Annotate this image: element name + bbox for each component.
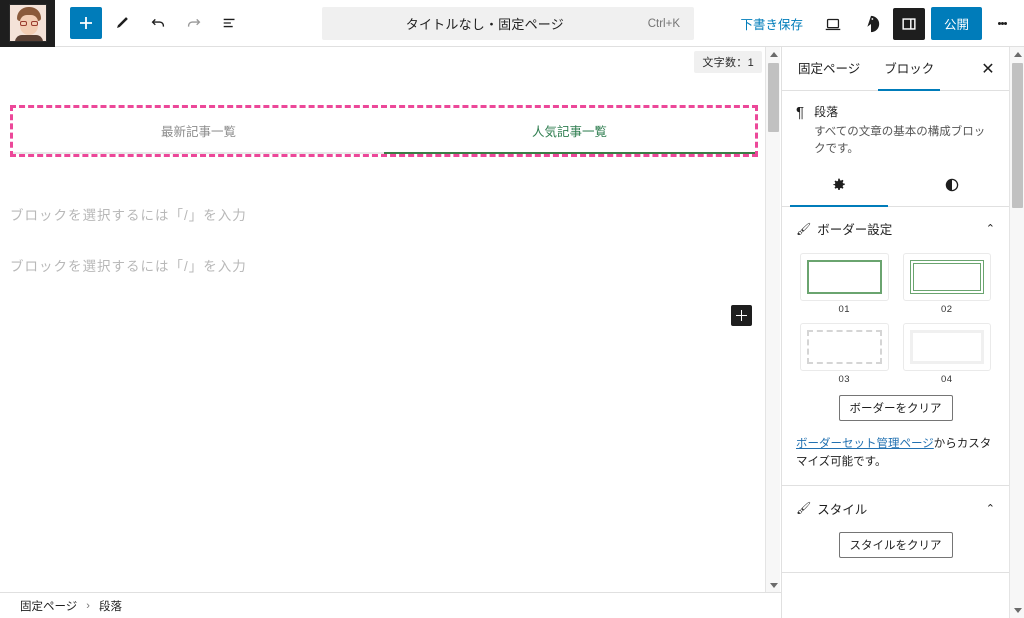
tab-popular-articles[interactable]: 人気記事一覧	[384, 108, 755, 154]
sidebar-scrollbar-thumb[interactable]	[1012, 63, 1023, 208]
tab-latest-articles-label: 最新記事一覧	[160, 124, 236, 139]
breadcrumb-item-paragraph[interactable]: 段落	[99, 598, 122, 614]
brush-icon: 🖌	[796, 221, 812, 236]
block-inserter-toggle[interactable]	[70, 7, 102, 39]
pilcrow-icon: ¶	[796, 104, 805, 121]
block-inspector-tabs	[782, 165, 1009, 207]
brush-icon: 🖌	[796, 501, 812, 516]
editor-app: タイトルなし・固定ページ Ctrl+K 下書き保存 公開 文字数：1 最新記事一…	[0, 0, 1024, 618]
scroll-down-arrow-icon[interactable]	[1010, 603, 1024, 618]
character-count-badge: 文字数：1	[694, 51, 762, 73]
editor-canvas[interactable]: 文字数：1 最新記事一覧 人気記事一覧 ブロックを選択するには「/」を入力 ブロ…	[0, 47, 780, 593]
close-icon[interactable]: ✕	[971, 52, 1005, 86]
gear-icon	[833, 178, 845, 190]
contrast-icon	[946, 178, 959, 192]
settings-tab[interactable]	[782, 165, 896, 207]
block-appender-button[interactable]	[731, 305, 752, 326]
border-preset-02[interactable]: 02	[902, 252, 991, 315]
breadcrumb: 固定ページ › 段落	[0, 592, 781, 618]
style-settings-panel: 🖌 スタイル ⌃ スタイルをクリア	[782, 486, 1009, 574]
top-right-actions: 下書き保存 公開	[732, 0, 1016, 47]
tab-group: 最新記事一覧 人気記事一覧	[13, 108, 755, 154]
tab-page[interactable]: 固定ページ	[786, 47, 872, 91]
style-panel-header[interactable]: 🖌 スタイル ⌃	[796, 486, 995, 530]
chevron-up-icon[interactable]: ⌃	[986, 502, 995, 515]
command-shortcut-hint: Ctrl+K	[647, 17, 680, 30]
border-preset-02-label: 02	[940, 303, 953, 315]
border-set-管理-link[interactable]: ボーダーセット管理ページ	[796, 438, 934, 450]
border-preset-03-label: 03	[838, 373, 851, 385]
clear-border-button[interactable]: ボーダーをクリア	[838, 394, 953, 421]
publish-button[interactable]: 公開	[930, 7, 982, 40]
redo-button[interactable]	[178, 7, 210, 39]
border-panel-header[interactable]: 🖌 ボーダー設定 ⌃	[796, 207, 995, 251]
avatar[interactable]	[0, 0, 55, 47]
block-info-card: ¶ 段落 すべての文章の基本の構成ブロックです。	[782, 91, 1009, 165]
breadcrumb-item-page[interactable]: 固定ページ	[20, 598, 77, 614]
page-title: タイトルなし・固定ページ	[405, 17, 564, 32]
list-view-button[interactable]	[214, 7, 246, 39]
settings-sidebar-toggle[interactable]	[892, 7, 925, 40]
border-preset-03[interactable]: 03	[800, 322, 889, 385]
border-panel-title: ボーダー設定	[817, 223, 893, 237]
block-name: 段落	[814, 105, 839, 119]
border-panel-note: ボーダーセット管理ページからカスタマイズ可能です。	[796, 435, 995, 472]
preview-button[interactable]	[817, 8, 849, 40]
border-preset-04[interactable]: 04	[902, 322, 991, 385]
paragraph-placeholder-1[interactable]: ブロックを選択するには「/」を入力	[10, 204, 247, 224]
sidebar-scrollbar[interactable]	[1009, 47, 1024, 618]
tab-block-label: ブロック	[884, 61, 935, 76]
paragraph-placeholder-2[interactable]: ブロックを選択するには「/」を入力	[10, 255, 247, 275]
kebab-menu-icon[interactable]	[988, 8, 1016, 40]
editor-tools	[55, 7, 246, 39]
scroll-down-arrow-icon[interactable]	[766, 578, 781, 593]
undo-button[interactable]	[142, 7, 174, 39]
tab-block[interactable]: ブロック	[872, 47, 946, 91]
tab-popular-articles-label: 人気記事一覧	[531, 124, 607, 139]
block-description: すべての文章の基本の構成ブロックです。	[814, 126, 986, 156]
top-toolbar: タイトルなし・固定ページ Ctrl+K 下書き保存 公開	[0, 0, 1024, 47]
tab-latest-articles[interactable]: 最新記事一覧	[13, 108, 384, 154]
style-panel-title: スタイル	[817, 502, 868, 517]
scroll-up-arrow-icon[interactable]	[1010, 47, 1024, 62]
avatar-image	[8, 4, 47, 42]
document-title-bar[interactable]: タイトルなし・固定ページ Ctrl+K	[322, 7, 694, 40]
chevron-up-icon[interactable]: ⌃	[986, 222, 995, 235]
editor-scrollbar[interactable]	[765, 47, 780, 593]
border-preset-04-label: 04	[940, 373, 953, 385]
tools-edit-button[interactable]	[106, 7, 138, 39]
border-preset-01-label: 01	[838, 303, 851, 315]
selected-block-tabs[interactable]: 最新記事一覧 人気記事一覧	[10, 105, 758, 157]
save-draft-button[interactable]: 下書き保存	[732, 8, 811, 39]
tab-page-label: 固定ページ	[798, 61, 861, 76]
styles-tab[interactable]	[896, 165, 1010, 206]
breadcrumb-separator: ›	[86, 599, 90, 612]
sidebar-tab-bar: 固定ページ ブロック ✕	[782, 47, 1009, 91]
clear-style-button[interactable]: スタイルをクリア	[838, 532, 953, 559]
editor-scrollbar-thumb[interactable]	[768, 63, 779, 132]
border-preset-grid: 01 02 03 04	[796, 251, 995, 385]
settings-sidebar: 固定ページ ブロック ✕ ¶ 段落 すべての文章の基本の構成ブロックです。 🖌 …	[781, 47, 1009, 618]
border-settings-panel: 🖌 ボーダー設定 ⌃ 01 02 03 04 ボーダーをクリア ボーダーセット管…	[782, 207, 1009, 487]
scroll-up-arrow-icon[interactable]	[766, 47, 781, 62]
jetpack-icon[interactable]	[855, 8, 887, 40]
border-preset-01[interactable]: 01	[800, 252, 889, 315]
